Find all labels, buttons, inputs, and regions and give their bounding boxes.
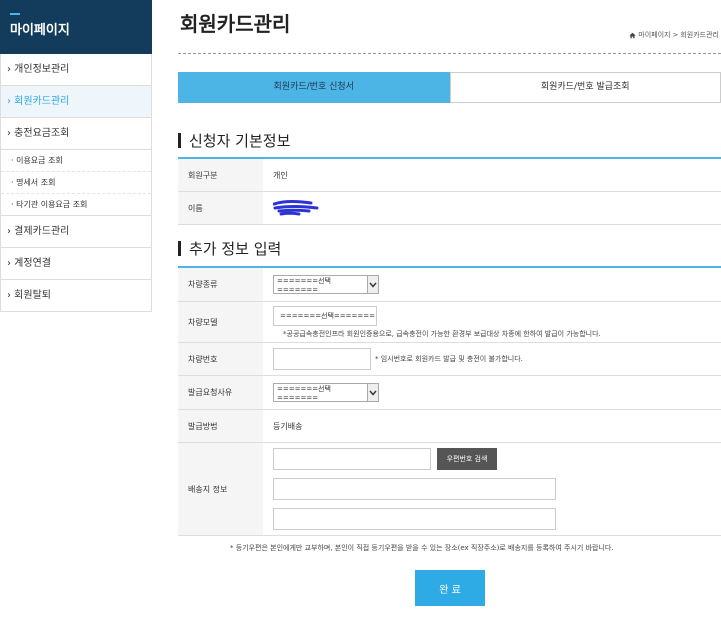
sidebar-item-member-card[interactable]: › 회원카드관리 bbox=[1, 86, 151, 118]
vehicle-model-label: 차량모델 bbox=[178, 302, 263, 342]
vehicle-type-select[interactable]: =======선택======= bbox=[273, 275, 379, 294]
member-type-label: 회원구분 bbox=[178, 159, 263, 191]
delivery-address-cell: 우편번호 검색 bbox=[263, 443, 721, 535]
vehicle-model-select[interactable]: =======선택======= bbox=[273, 305, 377, 326]
zip-row: 우편번호 검색 bbox=[273, 448, 497, 470]
sidebar-subitem-usage-fee[interactable]: · 이용요금 조회 bbox=[1, 150, 151, 172]
sidebar-item-charge-fee[interactable]: › 충전요금조회 bbox=[1, 118, 151, 150]
tab-card-issue-inquiry[interactable]: 회원카드/번호 발급조회 bbox=[449, 72, 721, 103]
vehicle-type-selected: =======선택======= bbox=[277, 276, 331, 294]
section-marker bbox=[178, 241, 181, 256]
home-icon[interactable] bbox=[629, 32, 636, 39]
sidebar-subitem-statement[interactable]: · 명세서 조회 bbox=[1, 172, 151, 194]
plate-number-cell: * 임시번호로 회원카드 발급 및 충전이 불가합니다. bbox=[263, 343, 721, 375]
additional-info-form: 차량종류 =======선택======= 차량모델 =======선택====… bbox=[178, 266, 721, 536]
name-value bbox=[263, 192, 721, 224]
title-divider bbox=[178, 53, 721, 54]
member-type-value: 개인 bbox=[273, 170, 288, 180]
issue-reason-label: 발급요청사유 bbox=[178, 376, 263, 409]
chevron-down-icon[interactable] bbox=[366, 276, 378, 293]
page-title: 회원카드관리 bbox=[180, 12, 291, 36]
issue-reason-selected: =======선택======= bbox=[277, 384, 331, 402]
section-basic-info-label: 신청자 기본정보 bbox=[189, 132, 291, 150]
tab-bar: 회원카드/번호 신청서 회원카드/번호 발급조회 bbox=[178, 72, 721, 103]
row-delivery-address: 배송지 정보 우편번호 검색 bbox=[178, 443, 721, 536]
done-button[interactable]: 완 료 bbox=[415, 570, 485, 606]
section-basic-info-title: 신청자 기본정보 bbox=[178, 130, 290, 151]
sidebar: 마이페이지 › 개인정보관리 › 회원카드관리 › 충전요금조회 · 이용요금 … bbox=[0, 0, 152, 312]
plate-number-label: 차량번호 bbox=[178, 343, 263, 375]
sidebar-menu: › 개인정보관리 › 회원카드관리 › 충전요금조회 · 이용요금 조회 · 명… bbox=[0, 54, 152, 312]
breadcrumb-current: 회원카드관리 bbox=[680, 31, 719, 39]
row-member-type: 회원구분 개인 bbox=[178, 159, 721, 192]
vehicle-type-cell: =======선택======= bbox=[263, 268, 721, 301]
vehicle-model-cell: =======선택======= *공공급속충전인프라 회원인증용으로, 급속충… bbox=[263, 302, 721, 342]
sidebar-accent-bar bbox=[10, 13, 20, 15]
row-vehicle-model: 차량모델 =======선택======= *공공급속충전인프라 회원인증용으로… bbox=[178, 302, 721, 343]
name-label: 이름 bbox=[178, 192, 263, 224]
row-plate-number: 차량번호 * 임시번호로 회원카드 발급 및 충전이 불가합니다. bbox=[178, 343, 721, 376]
plate-number-note: * 임시번호로 회원카드 발급 및 충전이 불가합니다. bbox=[375, 355, 523, 363]
row-vehicle-type: 차량종류 =======선택======= bbox=[178, 268, 721, 302]
redacted-name-scribble bbox=[273, 200, 319, 216]
sidebar-subitem-other-agency-fee[interactable]: · 타기관 이용요금 조회 bbox=[1, 194, 151, 216]
plate-number-input[interactable] bbox=[273, 348, 371, 370]
section-additional-info-label: 추가 정보 입력 bbox=[189, 240, 282, 258]
delivery-address-label: 배송지 정보 bbox=[178, 443, 263, 535]
chevron-down-icon[interactable] bbox=[366, 384, 378, 401]
section-additional-info-title: 추가 정보 입력 bbox=[178, 238, 281, 259]
sidebar-item-account-link[interactable]: › 계정연결 bbox=[1, 248, 151, 280]
sidebar-title: 마이페이지 bbox=[10, 23, 70, 38]
zip-search-button[interactable]: 우편번호 검색 bbox=[437, 448, 497, 470]
row-issue-method: 발급방법 등기배송 bbox=[178, 410, 721, 443]
sidebar-item-withdraw[interactable]: › 회원탈퇴 bbox=[1, 280, 151, 312]
sidebar-item-payment-card[interactable]: › 결제카드관리 bbox=[1, 216, 151, 248]
issue-reason-select[interactable]: =======선택======= bbox=[273, 383, 379, 402]
address-detail-input[interactable] bbox=[273, 508, 556, 530]
address-input[interactable] bbox=[273, 478, 556, 500]
sidebar-header: 마이페이지 bbox=[0, 0, 152, 54]
tab-card-application[interactable]: 회원카드/번호 신청서 bbox=[178, 72, 450, 103]
issue-method-value: 등기배송 bbox=[273, 421, 303, 431]
row-name: 이름 bbox=[178, 192, 721, 225]
section-marker bbox=[178, 133, 181, 148]
basic-info-form: 회원구분 개인 이름 bbox=[178, 157, 721, 225]
breadcrumb: 마이페이지 > 회원카드관리 bbox=[629, 30, 719, 40]
sidebar-item-personal-info[interactable]: › 개인정보관리 bbox=[1, 54, 151, 86]
vehicle-model-note: *공공급속충전인프라 회원인증용으로, 급속충전이 가능한 환경부 보급대상 차… bbox=[283, 329, 601, 338]
breadcrumb-separator: > bbox=[672, 31, 679, 39]
issue-method-label: 발급방법 bbox=[178, 410, 263, 442]
breadcrumb-home[interactable]: 마이페이지 bbox=[638, 30, 670, 40]
delivery-notice: * 등기우편은 본인에게만 교부하며, 본인이 직접 등기우편을 받을 수 있는… bbox=[230, 544, 614, 552]
vehicle-type-label: 차량종류 bbox=[178, 268, 263, 301]
row-issue-reason: 발급요청사유 =======선택======= bbox=[178, 376, 721, 410]
zip-code-input[interactable] bbox=[273, 448, 431, 470]
issue-reason-cell: =======선택======= bbox=[263, 376, 721, 409]
